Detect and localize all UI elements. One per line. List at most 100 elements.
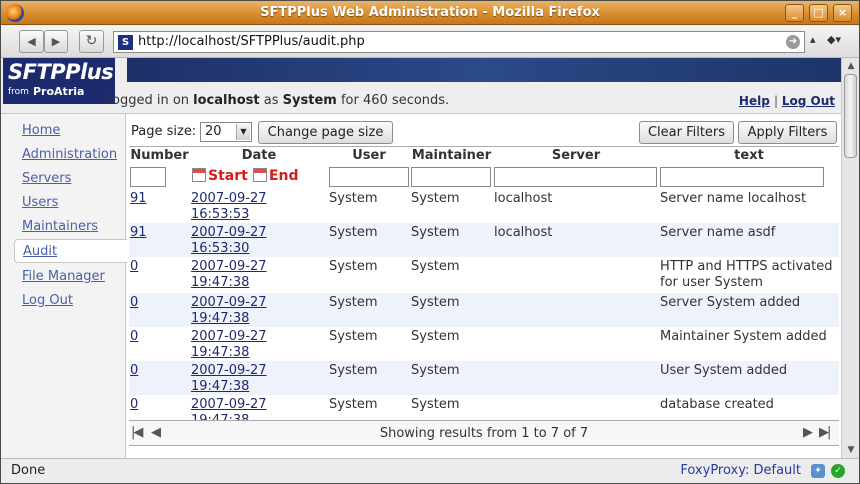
sidebar-item-maintainers[interactable]: Maintainers <box>22 219 98 234</box>
maximize-button[interactable]: □ <box>809 4 828 22</box>
start-calendar-icon[interactable] <box>192 167 206 182</box>
row-date-link[interactable]: 2007-09-27 19:47:38 <box>191 295 267 326</box>
page-size-value: 20 <box>205 124 222 139</box>
url-text[interactable]: http://localhost/SFTPPlus/audit.php <box>138 34 365 49</box>
logo-from: from <box>8 87 29 97</box>
navigation-toolbar: ◀ ▶ ↻ S http://localhost/SFTPPlus/audit.… <box>1 26 859 58</box>
sidebar-item-administration[interactable]: Administration <box>22 147 117 162</box>
row-date-link[interactable]: 2007-09-27 19:47:38 <box>191 329 267 360</box>
dropdown-arrow-icon[interactable]: ▴ <box>810 33 816 46</box>
table-row: 91 2007-09-27 16:53:53 System System loc… <box>129 189 839 223</box>
pagination-info: Showing results from 1 to 7 of 7 <box>379 426 589 441</box>
table-row: 0 2007-09-27 19:47:38 System System User… <box>129 360 839 395</box>
status-text: Done <box>11 463 46 478</box>
row-maintainer: System <box>410 360 493 395</box>
sidebar-item-log-out[interactable]: Log Out <box>22 293 73 308</box>
row-user: System <box>328 292 410 327</box>
row-number-link[interactable]: 0 <box>130 259 138 274</box>
column-header-number[interactable]: Number <box>129 146 190 165</box>
logo-wordmark: SFTPPlus <box>8 60 114 84</box>
row-number-link[interactable]: 0 <box>130 363 138 378</box>
back-button[interactable]: ◀ <box>19 30 44 53</box>
sidebar-item-audit[interactable]: Audit <box>14 239 127 263</box>
number-filter-input[interactable] <box>130 166 166 187</box>
scroll-down-icon[interactable]: ▼ <box>845 444 857 456</box>
column-header-text[interactable]: text <box>659 146 839 165</box>
row-maintainer: System <box>410 292 493 327</box>
column-header-date[interactable]: Date <box>190 146 328 165</box>
sidebar-item-file-manager[interactable]: File Manager <box>22 269 105 284</box>
page-size-select[interactable]: 20 ▼ <box>200 122 252 142</box>
sidebar-item-home[interactable]: Home <box>22 123 60 138</box>
status-bar: Done FoxyProxy: Default ✦ ✓ <box>1 458 859 483</box>
apply-filters-button[interactable]: Apply Filters <box>738 121 837 144</box>
row-date-link[interactable]: 2007-09-27 16:53:30 <box>191 225 267 256</box>
sidebar-item-users[interactable]: Users <box>22 195 58 210</box>
table-row: 0 2007-09-27 19:47:38 System System Main… <box>129 327 839 361</box>
search-engine-icon[interactable]: ◆▾ <box>827 33 841 46</box>
row-server: localhost <box>494 190 553 206</box>
date-start-link[interactable]: Start <box>208 168 248 184</box>
row-text: HTTP and HTTPS activated for user System <box>660 258 833 290</box>
date-end-link[interactable]: End <box>269 168 299 184</box>
browser-window: SFTPPlus Web Administration - Mozilla Fi… <box>0 0 860 484</box>
url-bar[interactable]: S http://localhost/SFTPPlus/audit.php ➜ <box>113 31 805 53</box>
row-user: System <box>329 328 378 344</box>
last-page-icon[interactable]: ▶| <box>819 425 831 440</box>
window-title: SFTPPlus Web Administration - Mozilla Fi… <box>260 5 600 20</box>
chevron-down-icon: ▼ <box>236 124 250 140</box>
main-content: Page size: 20 ▼ Change page size Clear F… <box>127 114 841 458</box>
sidebar: Home Administration Servers Users Mainta… <box>1 114 127 458</box>
maintainer-filter-input[interactable] <box>411 166 491 187</box>
server-filter-input[interactable] <box>494 166 657 187</box>
help-link[interactable]: Help <box>739 94 770 108</box>
scroll-up-icon[interactable]: ▲ <box>845 60 857 72</box>
row-server <box>493 360 659 395</box>
row-number-link[interactable]: 91 <box>130 191 147 206</box>
go-icon[interactable]: ➜ <box>786 35 800 49</box>
table-header-row: Number Date User Maintainer Server text <box>129 146 839 165</box>
sidebar-item-servers[interactable]: Servers <box>22 171 71 186</box>
header-banner: SFTPPlus from ProAtria Logged in on loca… <box>1 58 841 114</box>
row-number-link[interactable]: 0 <box>130 295 138 310</box>
text-filter-input[interactable] <box>660 166 824 187</box>
column-header-user[interactable]: User <box>328 146 410 165</box>
end-calendar-icon[interactable] <box>252 167 267 182</box>
header-links: Help | Log Out <box>738 94 835 108</box>
row-date-link[interactable]: 2007-09-27 19:47:38 <box>191 363 267 394</box>
table-row: 0 2007-09-27 19:47:38 System System Serv… <box>129 292 839 327</box>
row-number-link[interactable]: 91 <box>130 225 147 240</box>
close-button[interactable]: × <box>833 4 852 22</box>
row-user: System <box>329 190 378 206</box>
reload-button[interactable]: ↻ <box>79 30 104 53</box>
vertical-scrollbar[interactable]: ▲ ▼ <box>841 58 859 458</box>
minimize-button[interactable]: _ <box>785 4 804 22</box>
row-date-link[interactable]: 2007-09-27 19:47:38 <box>191 259 267 290</box>
row-server <box>493 292 659 327</box>
login-user: System <box>282 93 337 108</box>
row-date-link[interactable]: 2007-09-27 16:53:53 <box>191 191 267 222</box>
logout-link[interactable]: Log Out <box>782 94 835 108</box>
next-page-icon[interactable]: ▶ <box>803 425 813 440</box>
login-host: localhost <box>193 93 260 108</box>
row-number-link[interactable]: 0 <box>130 397 138 412</box>
foxyproxy-icon[interactable]: ✦ <box>811 464 825 478</box>
row-text: User System added <box>659 360 839 395</box>
row-number-link[interactable]: 0 <box>130 329 138 344</box>
forward-button[interactable]: ▶ <box>44 30 68 53</box>
column-header-server[interactable]: Server <box>493 146 659 165</box>
row-text: Server System added <box>659 292 839 327</box>
scrollbar-thumb[interactable] <box>844 74 857 158</box>
row-server <box>493 257 659 293</box>
row-text: Server name asdf <box>659 222 839 257</box>
login-status: Logged in on localhost as System for 460… <box>105 93 450 108</box>
row-text: Maintainer System added <box>660 328 827 344</box>
title-bar: SFTPPlus Web Administration - Mozilla Fi… <box>1 1 859 25</box>
sftpplus-logo: SFTPPlus from ProAtria <box>3 58 115 104</box>
foxyproxy-status[interactable]: FoxyProxy: Default <box>680 463 801 478</box>
column-header-maintainer[interactable]: Maintainer <box>410 146 493 165</box>
user-filter-input[interactable] <box>329 166 409 187</box>
status-ok-icon[interactable]: ✓ <box>831 464 845 478</box>
change-page-size-button[interactable]: Change page size <box>258 121 393 144</box>
clear-filters-button[interactable]: Clear Filters <box>639 121 734 144</box>
